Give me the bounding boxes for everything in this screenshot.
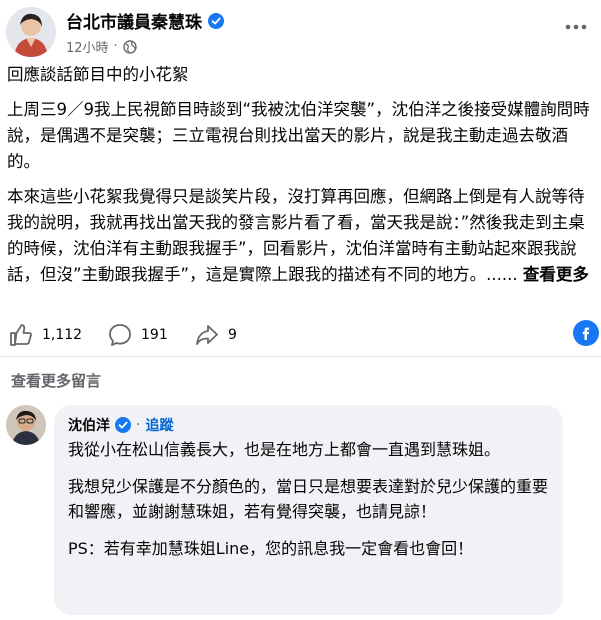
post-paragraph-text: 本來這些小花絮我覺得只是談笑片段，沒打算再回應，但網路上倒是有人說等待我的說明，… bbox=[7, 187, 585, 284]
thumbs-up-icon bbox=[10, 324, 32, 346]
post-actions: 1,112 191 9 bbox=[8, 320, 598, 350]
facebook-logo-icon[interactable] bbox=[573, 320, 599, 346]
post-title-line: 回應談話節目中的小花絮 bbox=[7, 65, 189, 84]
like-button[interactable]: 1,112 bbox=[8, 320, 82, 350]
comment-header: 沈伯洋 · 追蹤 bbox=[68, 415, 549, 435]
share-arrow-icon bbox=[196, 325, 218, 345]
page-name[interactable]: 台北市議員秦慧珠 bbox=[66, 8, 224, 33]
post-paragraph: 上周三9／9我上民視節目時談到“我被沈伯洋突襲”，沈伯洋之後接受媒體詢問時說，是… bbox=[7, 100, 590, 171]
commenter-name[interactable]: 沈伯洋 bbox=[68, 415, 110, 435]
post-meta: 12小時 · bbox=[66, 37, 137, 56]
page-avatar[interactable] bbox=[6, 7, 56, 57]
comment-separator: · bbox=[136, 417, 141, 433]
post-body: 回應談話節目中的小花絮 上周三9／9我上民視節目時談到“我被沈伯洋突襲”，沈伯洋… bbox=[7, 62, 595, 297]
meta-separator: · bbox=[113, 39, 118, 54]
verified-badge-icon bbox=[115, 417, 131, 433]
view-more-comments-link[interactable]: 查看更多留言 bbox=[11, 370, 101, 391]
more-options-button[interactable] bbox=[563, 14, 589, 40]
verified-badge-icon bbox=[208, 12, 224, 29]
commenter-avatar[interactable] bbox=[6, 405, 46, 445]
post-paragraph: 本來這些小花絮我覺得只是談笑片段，沒打算再回應，但網路上倒是有人說等待我的說明，… bbox=[7, 184, 595, 288]
post-time[interactable]: 12小時 bbox=[66, 37, 109, 56]
comment-count: 191 bbox=[141, 327, 168, 343]
see-more-link[interactable]: 查看更多 bbox=[523, 265, 589, 284]
comment-paragraph: PS：若有幸加慧珠姐Line，您的訊息我一定會看也會回！ bbox=[68, 539, 474, 558]
share-count: 9 bbox=[228, 327, 237, 343]
comment-bubble: 沈伯洋 · 追蹤 我從小在松山信義長大，也是在地方上都會一直遇到慧珠姐。 我想兒… bbox=[54, 405, 563, 615]
comment-button[interactable]: 191 bbox=[107, 320, 168, 350]
like-count: 1,112 bbox=[42, 327, 83, 343]
comment-paragraph: 我從小在松山信義長大，也是在地方上都會一直遇到慧珠姐。 bbox=[68, 440, 501, 459]
more-dots-icon bbox=[565, 24, 587, 30]
share-button[interactable]: 9 bbox=[194, 320, 237, 350]
comment-body: 我從小在松山信義長大，也是在地方上都會一直遇到慧珠姐。 我想兒少保護是不分顏色的… bbox=[68, 437, 549, 561]
section-divider bbox=[0, 356, 601, 357]
globe-icon bbox=[122, 39, 137, 54]
follow-button[interactable]: 追蹤 bbox=[145, 415, 173, 435]
comment-paragraph: 我想兒少保護是不分顏色的，當日只是想要表達對於兒少保護的重要和響應，並謝謝慧珠姐… bbox=[68, 477, 549, 521]
comment-bubble-icon bbox=[109, 324, 131, 346]
page-name-text[interactable]: 台北市議員秦慧珠 bbox=[66, 8, 202, 33]
